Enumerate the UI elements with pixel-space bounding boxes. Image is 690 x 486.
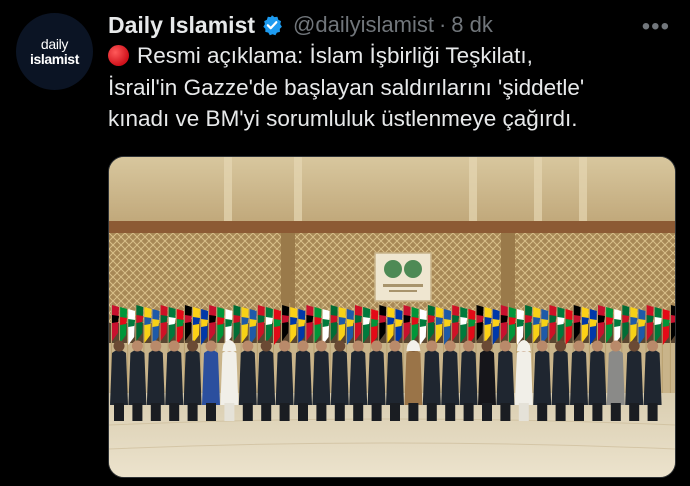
flag-stripe	[500, 315, 508, 323]
flag-stripe	[363, 317, 371, 325]
flag-stripe	[533, 317, 541, 325]
flag-stripe	[201, 319, 209, 327]
separator-dot: ·	[438, 12, 447, 37]
flag-stripe	[282, 315, 290, 323]
flag-stripe	[541, 319, 549, 327]
flag-stripe	[184, 315, 192, 323]
photo-scene	[109, 157, 675, 477]
flag-stripe	[217, 317, 225, 325]
flag-stripe	[265, 317, 273, 325]
flag-stripe	[492, 319, 500, 327]
flag-stripe	[346, 319, 354, 327]
tweet-line-1: Resmi açıklama: İslam İşbirliği Teşkilat…	[108, 40, 680, 72]
flag-stripe	[249, 319, 257, 327]
flag-stripe	[209, 315, 217, 323]
flag-stripe	[152, 319, 160, 327]
flag-stripe	[193, 317, 200, 325]
flag-stripe	[565, 319, 573, 327]
flag-stripe	[557, 317, 565, 325]
flag-stripe	[606, 317, 614, 325]
flag-stripe	[112, 315, 119, 323]
flag-stripe	[444, 319, 452, 327]
avatar-logo-text-2: islamist	[30, 51, 79, 67]
flag-stripe	[549, 315, 557, 323]
handle[interactable]: @dailyislamist	[293, 12, 434, 38]
flag-stripe	[298, 319, 306, 327]
flag-stripe	[168, 317, 176, 325]
flag-stripe	[476, 315, 484, 323]
flag-stripe	[419, 319, 427, 327]
flag-stripe	[436, 317, 443, 325]
flag-stripe	[225, 319, 233, 327]
tweet-header: Daily Islamist @dailyislamist · 8 dk •••	[108, 10, 674, 41]
flag	[670, 305, 675, 341]
flag-stripe	[654, 317, 662, 325]
timestamp[interactable]: 8 dk	[451, 12, 493, 38]
flag-stripe	[411, 317, 419, 325]
display-name[interactable]: Daily Islamist	[108, 12, 255, 39]
tweet-text: Resmi açıklama: İslam İşbirliği Teşkilat…	[108, 40, 680, 135]
flag-stripe	[573, 315, 581, 323]
flag-stripe	[508, 317, 516, 325]
flag-stripe	[460, 317, 468, 325]
tweet-photo[interactable]	[108, 156, 676, 478]
flag-stripe	[598, 315, 605, 323]
flag-stripe	[452, 315, 460, 323]
flag-stripe	[630, 317, 638, 325]
flag-stripe	[338, 317, 346, 325]
avatar[interactable]: daily islamist	[16, 13, 93, 90]
verified-badge-icon	[261, 14, 283, 36]
flag-stripe	[371, 319, 379, 327]
flag-stripe	[233, 315, 241, 323]
flag-stripe	[257, 315, 265, 323]
flag-stripe	[274, 319, 281, 327]
flag-stripe	[622, 315, 630, 323]
tweet-line-1-text: Resmi açıklama: İslam İşbirliği Teşkilat…	[137, 43, 533, 68]
flag-stripe	[614, 319, 622, 327]
flag-stripe	[638, 319, 646, 327]
flag-pole	[661, 303, 663, 395]
flag-stripe	[290, 317, 298, 325]
flag-stripe	[306, 315, 314, 323]
flag-stripe	[525, 315, 533, 323]
flag-pole	[127, 303, 129, 395]
flag-stripe	[581, 317, 589, 325]
flag-stripe	[322, 319, 330, 327]
flag-pole	[532, 303, 534, 395]
flag-stripe	[427, 315, 435, 323]
flag-stripe	[241, 317, 249, 325]
flag-pole	[329, 303, 331, 395]
flag-stripe	[670, 315, 675, 323]
flag-stripe	[128, 319, 136, 327]
flag-stripe	[395, 319, 403, 327]
flag-stripe	[136, 315, 144, 323]
flag-stripe	[662, 319, 670, 327]
flag-stripe	[314, 317, 322, 325]
flag-stripe	[403, 315, 411, 323]
flag-stripe	[176, 319, 184, 327]
flag-stripe	[589, 319, 597, 327]
avatar-logo-text-1: daily	[40, 36, 69, 52]
flag-stripe	[484, 317, 492, 325]
flag-pole	[459, 303, 461, 395]
more-options-icon[interactable]: •••	[642, 13, 670, 41]
flag-stripe	[120, 317, 128, 325]
flag-stripe	[379, 315, 387, 323]
flag-stripe	[517, 319, 524, 327]
flag-pole	[669, 303, 671, 395]
flag-stripe	[144, 317, 152, 325]
flag-stripe	[355, 315, 362, 323]
flag-stripe	[387, 317, 395, 325]
red-circle-icon	[108, 45, 129, 66]
tweet-line-2: İsrail'in Gazze'de başlayan saldırıların…	[108, 74, 585, 100]
flag-stripe	[330, 315, 338, 323]
flag-stripe	[646, 315, 654, 323]
flag-stripe	[468, 319, 476, 327]
flag-stripe	[160, 315, 168, 323]
tweet-line-3: kınadı ve BM'yi sorumluluk üstlenmeye ça…	[108, 106, 578, 131]
flag-pole	[256, 303, 258, 395]
